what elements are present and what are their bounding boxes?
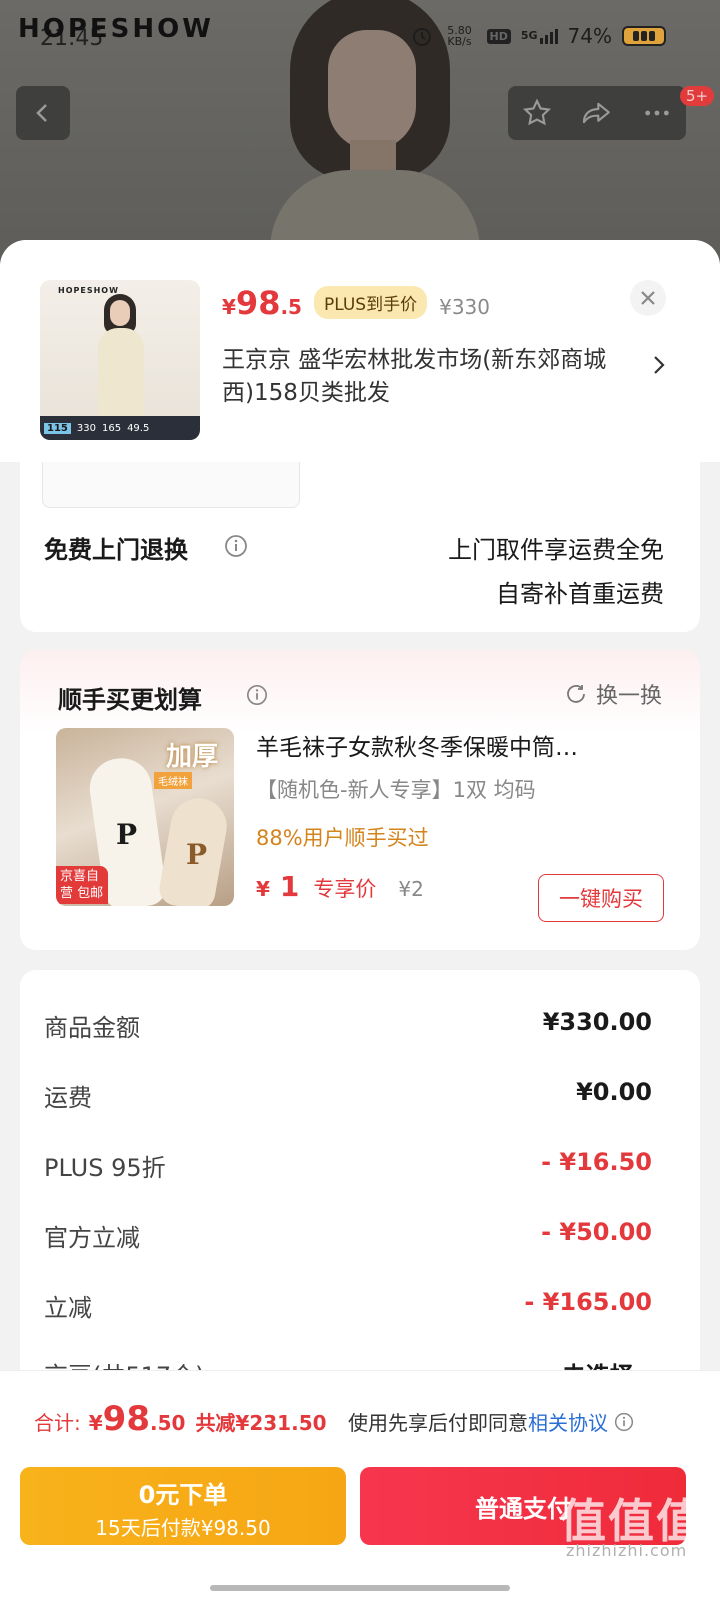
product-header: HOPESHOW 115 330 165 49.5 ¥98.5 PLUS到手价 … <box>0 240 720 462</box>
share-icon[interactable] <box>580 97 614 129</box>
order-total: 合计: ¥98.50 共减¥231.50 <box>34 1399 327 1439</box>
swap-label: 换一换 <box>595 684 662 709</box>
summary-row[interactable]: 官方立减 - ¥50.00 <box>44 1218 652 1253</box>
one-click-buy-button[interactable]: 一键购买 <box>538 874 664 922</box>
product-thumbnail[interactable]: HOPESHOW 115 330 165 49.5 <box>40 280 200 440</box>
summary-row: 运费 ¥0.00 <box>44 1078 652 1112</box>
watermark-url: zhizhizhi.com <box>566 1541 688 1560</box>
info-icon[interactable] <box>224 534 248 558</box>
pay-later-title: 0元下单 <box>138 1481 228 1509</box>
original-price: ¥330 <box>439 295 490 319</box>
swap-button[interactable]: 换一换 <box>564 678 662 710</box>
plus-price: ¥98.5 <box>222 284 302 322</box>
agreement-link[interactable]: 相关协议 <box>528 1407 608 1436</box>
shop-address[interactable]: 王京京 盛华宏林批发市场(新东郊商城西)158贝类批发 <box>222 344 642 410</box>
pay-later-subtitle: 15天后付款¥98.50 <box>95 1516 271 1540</box>
price-row: ¥98.5 PLUS到手价 ¥330 <box>222 284 490 323</box>
hd-icon: HD <box>486 28 511 44</box>
chevron-right-icon[interactable] <box>652 354 666 376</box>
pay-later-button[interactable]: 0元下单 15天后付款¥98.50 <box>20 1467 346 1545</box>
alarm-icon <box>412 28 431 46</box>
addon-title: 顺手买更划算 <box>58 686 202 714</box>
battery-icon <box>622 26 666 46</box>
addon-purchase-card: 顺手买更划算 换一换 P P 加厚 毛绒袜 京喜自营 包邮 羊毛袜子女款秋冬季保… <box>20 650 700 950</box>
signal-icon: 5G <box>521 28 558 44</box>
total-savings: 共减¥231.50 <box>195 1411 327 1435</box>
addon-product-name[interactable]: 羊毛袜子女款秋冬季保暖中筒… <box>256 728 640 762</box>
status-icons: 5.80 KB/s HD 5G 74% <box>411 24 666 48</box>
chevron-left-icon <box>36 104 47 122</box>
net-speed: 5.80 KB/s <box>447 24 472 48</box>
more-icon[interactable] <box>641 97 673 129</box>
return-service-line1: 上门取件享运费全免 <box>448 536 664 564</box>
thick-badge: 加厚 <box>166 742 219 772</box>
summary-row[interactable]: 立减 - ¥165.00 <box>44 1288 652 1323</box>
return-service-label: 免费上门退换 <box>44 536 188 564</box>
info-icon[interactable] <box>614 1412 634 1432</box>
thumb-price-strip: 115 330 165 49.5 <box>40 416 200 440</box>
plus-price-tag: PLUS到手价 <box>313 286 428 319</box>
close-icon <box>641 291 655 305</box>
back-button[interactable] <box>16 86 70 140</box>
home-indicator[interactable] <box>210 1585 510 1591</box>
summary-row: 商品金额 ¥330.00 <box>44 1008 652 1042</box>
battery-percent: 74% <box>567 24 612 48</box>
image-strip: 毛绒袜 <box>154 772 192 789</box>
star-icon[interactable] <box>521 97 553 129</box>
brand-logo: HOPESHOW <box>18 14 214 44</box>
price-summary-card: 商品金额 ¥330.00 运费 ¥0.00 PLUS 95折 - ¥16.50 官方立… <box>20 970 700 1390</box>
addon-product-image[interactable]: P P 加厚 毛绒袜 京喜自营 包邮 <box>56 728 234 906</box>
checkout-bar: 合计: ¥98.50 共减¥231.50 使用先享后付即同意 相关协议 0元下单 … <box>0 1370 720 1600</box>
thumb-logo: HOPESHOW <box>58 286 119 295</box>
exclusive-price-label: 专享价 <box>313 877 377 901</box>
close-button[interactable] <box>630 280 666 316</box>
refresh-icon <box>567 685 585 703</box>
addon-old-price: ¥2 <box>398 877 424 901</box>
agreement-text: 使用先享后付即同意 相关协议 <box>348 1407 634 1436</box>
message-badge: 5+ <box>680 86 715 106</box>
info-icon[interactable] <box>246 684 268 706</box>
header-actions <box>508 86 686 140</box>
addon-popularity: 88%用户顺手买过 <box>256 826 429 850</box>
summary-row[interactable]: PLUS 95折 - ¥16.50 <box>44 1148 652 1183</box>
return-service-line2: 自寄补首重运费 <box>496 580 664 608</box>
addon-spec[interactable]: 【随机色-新人专享】1双 均码 <box>256 774 536 804</box>
jd-badge: 京喜自营 包邮 <box>56 866 108 904</box>
addon-price: ¥1 专享价 ¥2 <box>256 870 424 903</box>
